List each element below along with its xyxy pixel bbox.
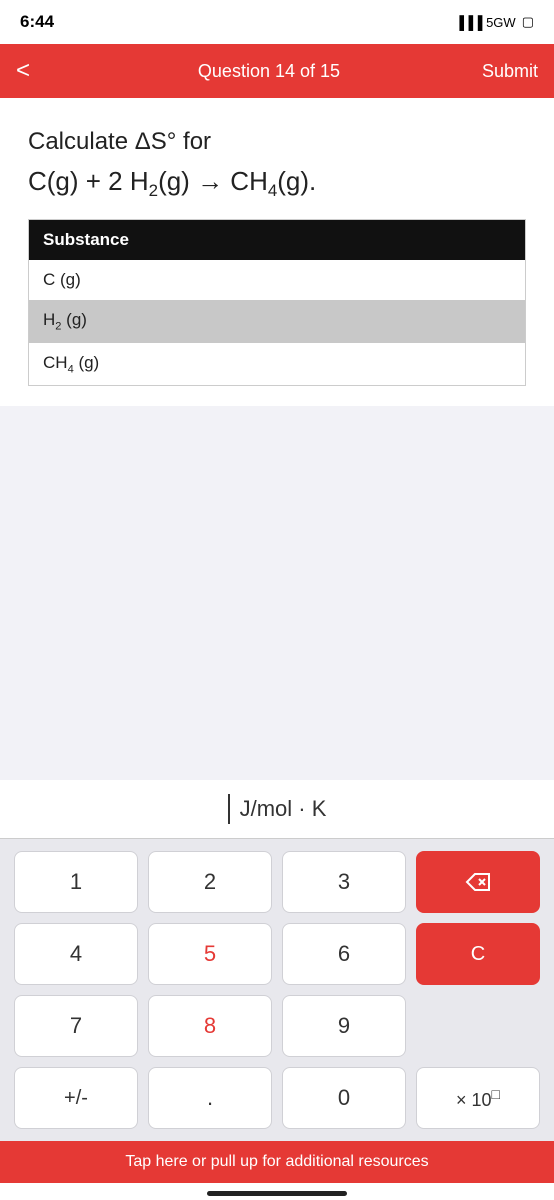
substance-cell: CH4 (g): [29, 343, 526, 386]
table-header: Substance: [29, 220, 526, 261]
table-row: C (g): [29, 260, 526, 300]
question-equation: C(g) + 2 H2(g) → CH4(g).: [28, 166, 526, 201]
key-4[interactable]: 4: [14, 923, 138, 985]
text-cursor: [228, 794, 230, 824]
question-progress: Question 14 of 15: [198, 61, 340, 82]
key-0[interactable]: 0: [282, 1067, 406, 1129]
key-3[interactable]: 3: [282, 851, 406, 913]
x10-button[interactable]: × 10□: [416, 1067, 540, 1129]
x10-label: × 10□: [456, 1086, 500, 1111]
status-bar: 6:44 ▐▐▐ 5GW ▢: [0, 0, 554, 44]
key-7[interactable]: 7: [14, 995, 138, 1057]
battery-icon: ▢: [522, 14, 534, 30]
bottom-banner-text: Tap here or pull up for additional resou…: [125, 1153, 428, 1170]
plus-minus-button[interactable]: +/-: [14, 1067, 138, 1129]
home-bar: [207, 1191, 347, 1196]
question-instruction: Calculate ΔS° for: [28, 128, 526, 156]
key-8[interactable]: 8: [148, 995, 272, 1057]
key-6[interactable]: 6: [282, 923, 406, 985]
submit-button[interactable]: Submit: [482, 61, 538, 82]
substance-table: Substance C (g) H2 (g) CH4 (g): [28, 219, 526, 386]
key-1[interactable]: 1: [14, 851, 138, 913]
table-row: H2 (g): [29, 300, 526, 342]
key-2[interactable]: 2: [148, 851, 272, 913]
key-5[interactable]: 5: [148, 923, 272, 985]
decimal-button[interactable]: .: [148, 1067, 272, 1129]
substance-cell: C (g): [29, 260, 526, 300]
substance-cell: H2 (g): [29, 300, 526, 342]
back-button[interactable]: <: [16, 57, 56, 85]
nav-bar: < Question 14 of 15 Submit: [0, 44, 554, 98]
table-row: CH4 (g): [29, 343, 526, 386]
backspace-button[interactable]: [416, 851, 540, 913]
status-icons: ▐▐▐ 5GW ▢: [455, 14, 534, 30]
keypad: 1 2 3 4 5 6 C 7 8 9 +/- . 0 × 10□: [0, 839, 554, 1141]
status-time: 6:44: [20, 12, 54, 32]
backspace-icon: [465, 872, 491, 892]
input-display: J/mol · K: [0, 780, 554, 839]
question-area: Calculate ΔS° for C(g) + 2 H2(g) → CH4(g…: [0, 98, 554, 406]
home-indicator-area: [0, 1183, 554, 1200]
unit-label: J/mol · K: [240, 796, 327, 822]
signal-icon: ▐▐▐ 5GW: [455, 15, 516, 30]
bottom-banner[interactable]: Tap here or pull up for additional resou…: [0, 1141, 554, 1183]
calculator-area: J/mol · K 1 2 3 4 5 6 C 7 8 9 +/- . 0 × …: [0, 780, 554, 1200]
clear-button[interactable]: C: [416, 923, 540, 985]
spacer: [0, 406, 554, 766]
key-9[interactable]: 9: [282, 995, 406, 1057]
